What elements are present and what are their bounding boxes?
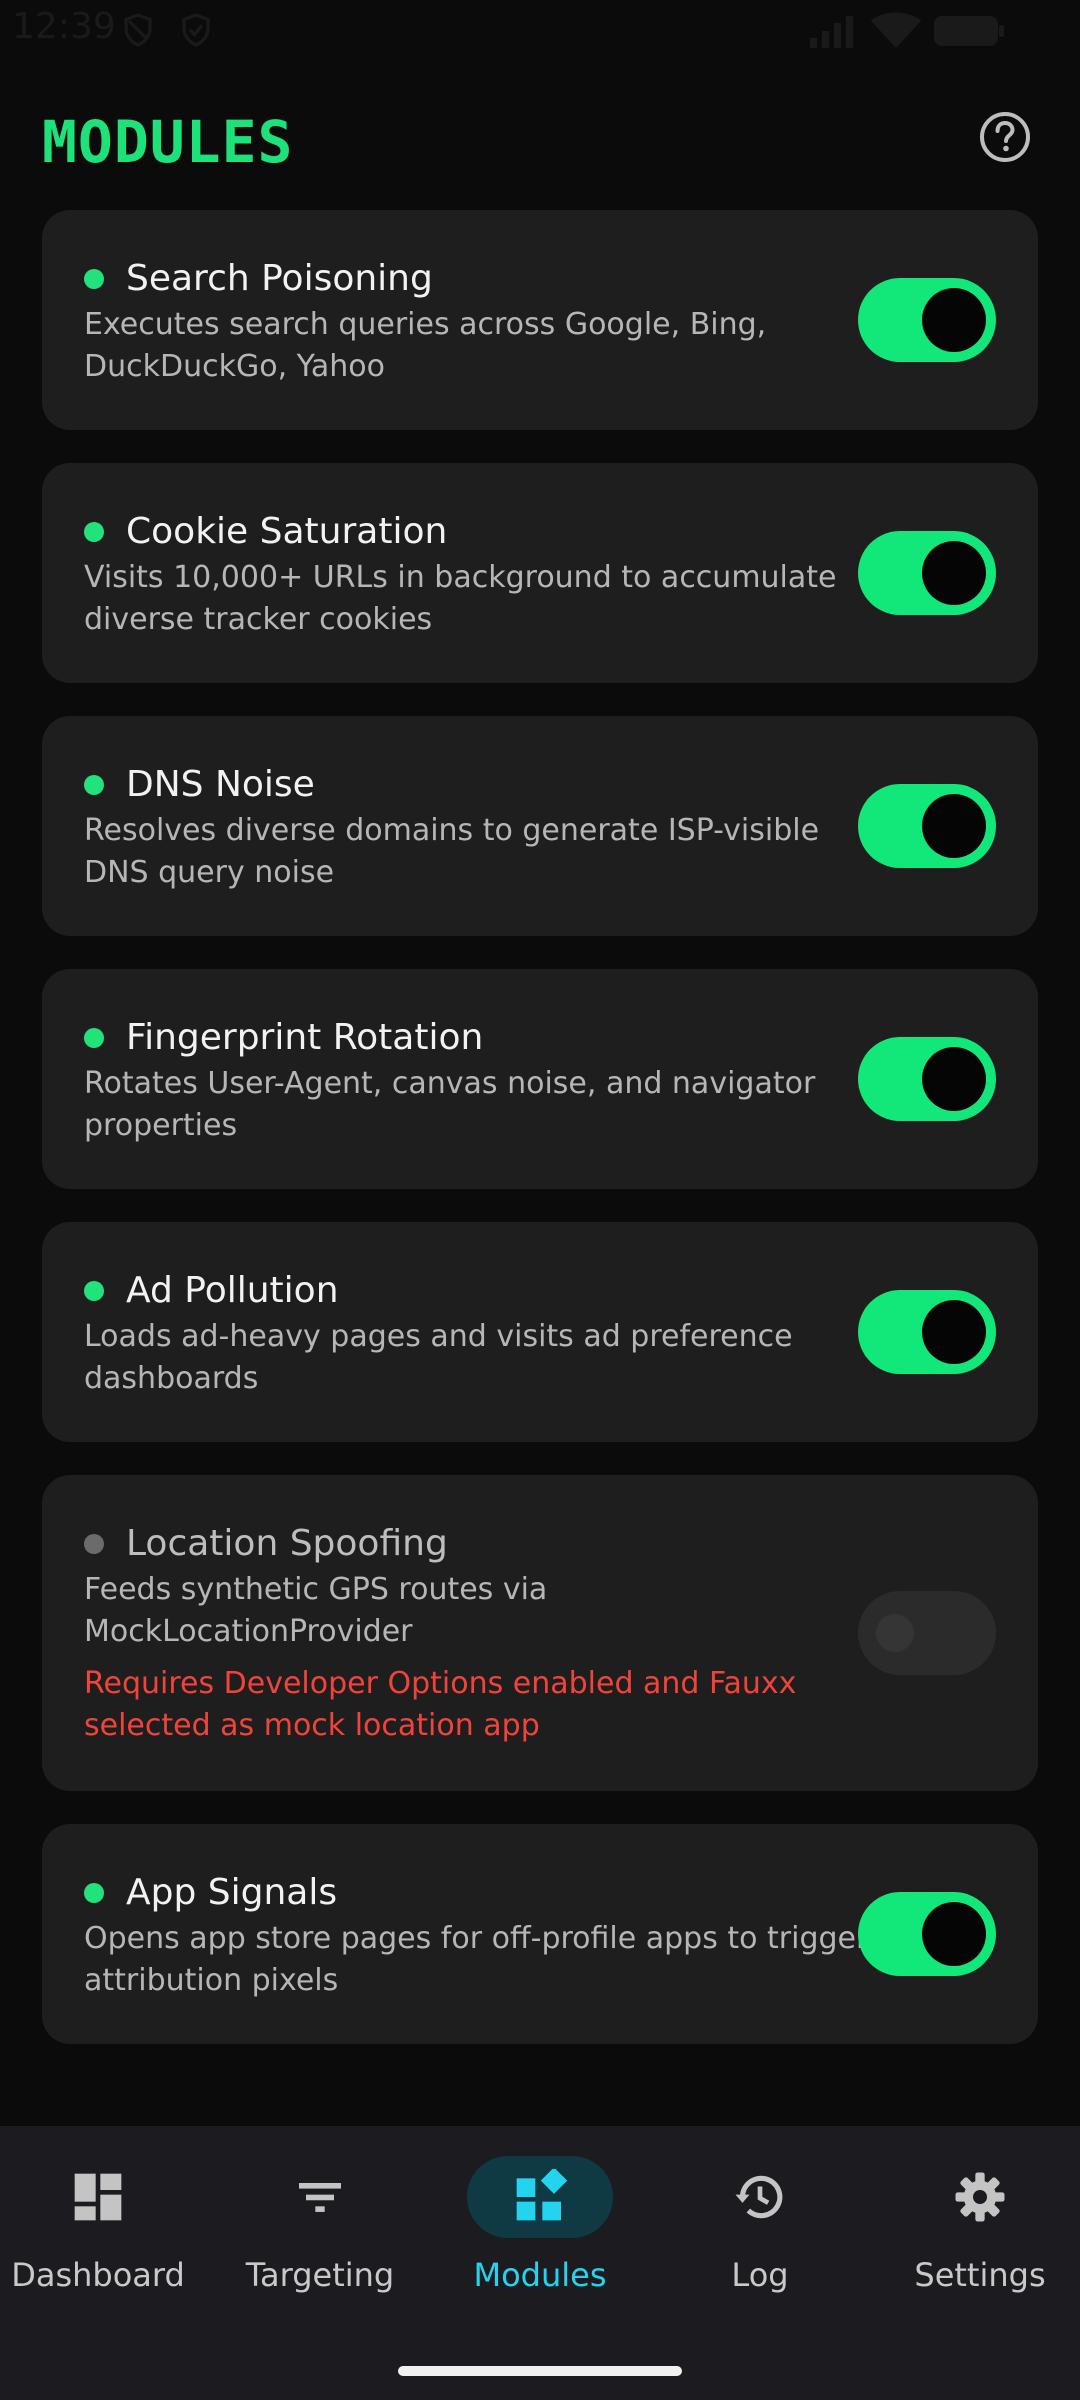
status-dot bbox=[84, 269, 104, 289]
module-description: Rotates User-Agent, canvas noise, and na… bbox=[84, 1066, 816, 1143]
status-dot bbox=[84, 1028, 104, 1048]
toggle-knob bbox=[922, 1300, 986, 1364]
module-title: Cookie Saturation bbox=[126, 511, 448, 552]
nav-label: Targeting bbox=[245, 2256, 395, 2294]
module-toggle[interactable] bbox=[858, 1591, 996, 1675]
nav-item-modules[interactable]: Modules bbox=[432, 2156, 648, 2306]
nav-label: Settings bbox=[914, 2256, 1046, 2294]
nav-item-settings[interactable]: Settings bbox=[872, 2156, 1080, 2306]
module-card-cookie-saturation: Cookie Saturation Visits 10,000+ URLs in… bbox=[42, 463, 1038, 683]
signal-icon bbox=[810, 16, 853, 48]
shield-icon bbox=[124, 13, 152, 47]
status-dot bbox=[84, 775, 104, 795]
nav-icon-container bbox=[687, 2156, 833, 2238]
module-description: Executes search queries across Google, B… bbox=[84, 307, 767, 384]
status-dot bbox=[84, 1883, 104, 1903]
module-description: Opens app store pages for off-profile ap… bbox=[84, 1921, 869, 1998]
module-title: DNS Noise bbox=[126, 764, 315, 805]
module-toggle[interactable] bbox=[858, 1892, 996, 1976]
nav-item-dashboard[interactable]: Dashboard bbox=[0, 2156, 206, 2306]
module-toggle[interactable] bbox=[858, 1290, 996, 1374]
battery-icon bbox=[934, 16, 1004, 46]
module-description: Resolves diverse domains to generate ISP… bbox=[84, 813, 820, 890]
module-title: Search Poisoning bbox=[126, 258, 433, 299]
module-card-search-poisoning: Search Poisoning Executes search queries… bbox=[42, 210, 1038, 430]
toggle-knob bbox=[922, 794, 986, 858]
toggle-knob bbox=[922, 1047, 986, 1111]
nav-icon-container bbox=[467, 2156, 613, 2238]
bottom-navigation: Dashboard Targeting Modules Log Settings bbox=[0, 2126, 1080, 2400]
wifi-icon bbox=[870, 12, 922, 48]
module-toggle[interactable] bbox=[858, 784, 996, 868]
status-bar: 12:39 bbox=[0, 0, 1080, 60]
module-card-fingerprint-rotation: Fingerprint Rotation Rotates User-Agent,… bbox=[42, 969, 1038, 1189]
module-title: Location Spoofing bbox=[126, 1523, 448, 1564]
module-card-location-spoofing: Location Spoofing Feeds synthetic GPS ro… bbox=[42, 1475, 1038, 1791]
module-description: Loads ad-heavy pages and visits ad prefe… bbox=[84, 1319, 793, 1396]
module-toggle[interactable] bbox=[858, 1037, 996, 1121]
page-title: MODULES bbox=[42, 108, 294, 176]
module-toggle[interactable] bbox=[858, 531, 996, 615]
status-time: 12:39 bbox=[12, 6, 116, 47]
nav-icon-container bbox=[247, 2156, 393, 2238]
status-dot bbox=[84, 1534, 104, 1554]
nav-icon-container bbox=[25, 2156, 171, 2238]
module-description: Visits 10,000+ URLs in background to acc… bbox=[84, 560, 837, 637]
module-warning: Requires Developer Options enabled and F… bbox=[84, 1666, 797, 1743]
home-indicator[interactable] bbox=[398, 2366, 682, 2376]
nav-label: Dashboard bbox=[11, 2256, 185, 2294]
module-toggle[interactable] bbox=[858, 278, 996, 362]
toggle-knob bbox=[876, 1614, 914, 1652]
module-card-ad-pollution: Ad Pollution Loads ad-heavy pages and vi… bbox=[42, 1222, 1038, 1442]
module-title: Fingerprint Rotation bbox=[126, 1017, 484, 1058]
dashboard-icon bbox=[74, 2173, 122, 2221]
toggle-knob bbox=[922, 288, 986, 352]
module-description: Feeds synthetic GPS routes via MockLocat… bbox=[84, 1572, 548, 1649]
module-card-dns-noise: DNS Noise Resolves diverse domains to ge… bbox=[42, 716, 1038, 936]
widgets-icon bbox=[516, 2169, 568, 2221]
gear-icon bbox=[955, 2172, 1005, 2222]
module-card-app-signals: App Signals Opens app store pages for of… bbox=[42, 1824, 1038, 2044]
nav-icon-container bbox=[907, 2156, 1053, 2238]
history-icon bbox=[735, 2175, 783, 2219]
nav-label: Modules bbox=[473, 2256, 607, 2294]
module-title: App Signals bbox=[126, 1872, 338, 1913]
filter-icon bbox=[299, 2183, 341, 2212]
toggle-knob bbox=[922, 541, 986, 605]
help-icon[interactable] bbox=[978, 110, 1032, 164]
nav-label: Log bbox=[731, 2256, 789, 2294]
status-dot bbox=[84, 1281, 104, 1301]
module-title: Ad Pollution bbox=[126, 1270, 339, 1311]
nav-item-log[interactable]: Log bbox=[652, 2156, 868, 2306]
nav-item-targeting[interactable]: Targeting bbox=[212, 2156, 428, 2306]
status-dot bbox=[84, 522, 104, 542]
shield-check-icon bbox=[182, 13, 210, 47]
toggle-knob bbox=[922, 1902, 986, 1966]
